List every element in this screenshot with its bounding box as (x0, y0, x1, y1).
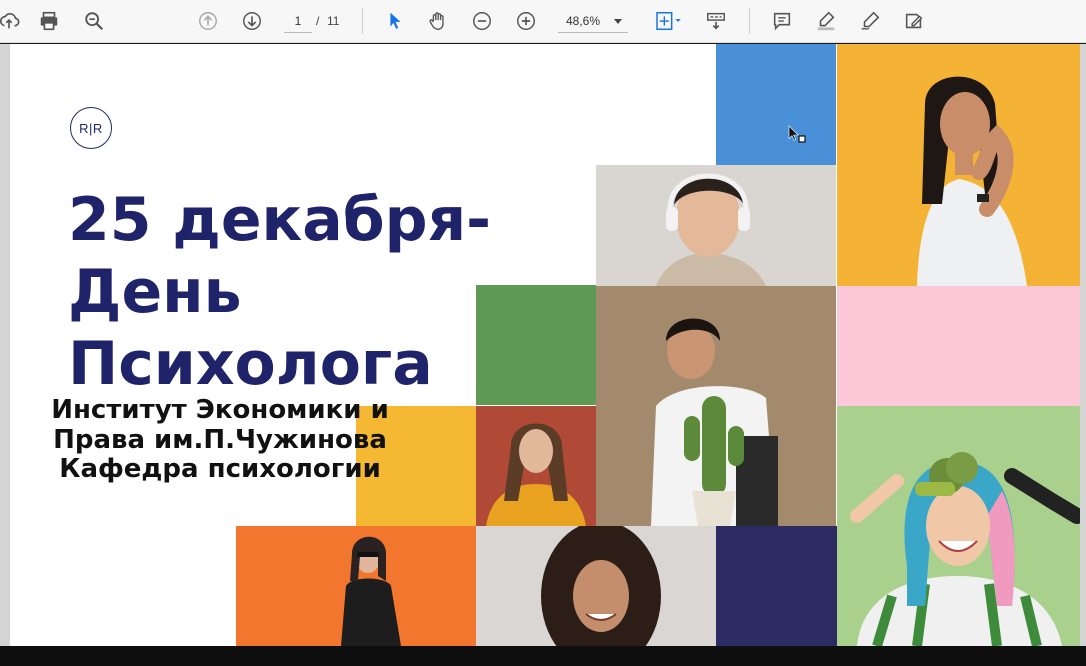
zoom-out-button[interactable] (467, 6, 497, 36)
photo-woman-colored-hair (837, 406, 1080, 646)
chevron-down-icon (614, 19, 622, 24)
fit-page-button[interactable] (648, 6, 688, 36)
next-page-button[interactable] (237, 6, 267, 36)
scroll-mode-icon (707, 12, 725, 30)
fill-sign-icon (905, 13, 923, 29)
pdf-toolbar: 1 / 11 48,6% (0, 0, 1086, 43)
institute-caption: Институт Экономики и Права им.П.Чужинова… (22, 395, 418, 485)
title-line: 25 декабря- (68, 185, 492, 255)
person-photo-icon (476, 526, 716, 646)
comment-button[interactable] (767, 6, 797, 36)
zoom-in-icon (517, 12, 535, 30)
bottom-bar (0, 646, 1086, 666)
comment-icon (773, 12, 791, 31)
highlight-icon (817, 11, 835, 31)
caption-line: Институт Экономики и (51, 395, 389, 425)
draw-icon (861, 11, 880, 30)
find-button[interactable] (79, 6, 109, 36)
person-photo-icon (837, 406, 1080, 646)
person-photo-icon (236, 526, 476, 646)
green-tile (476, 285, 596, 405)
select-tool-button[interactable] (380, 6, 410, 36)
zoom-search-icon (85, 12, 104, 31)
photo-man-cactus (596, 286, 836, 526)
photo-woman-leather-jacket (236, 526, 476, 646)
person-photo-icon (596, 286, 836, 526)
person-photo-icon (596, 165, 836, 286)
pink-tile (837, 286, 1080, 406)
caption-line: Права им.П.Чужинова (53, 424, 387, 455)
select-arrow-icon (390, 12, 401, 29)
highlight-button[interactable] (811, 6, 841, 36)
page-up-icon (199, 12, 217, 30)
person-photo-icon (476, 406, 596, 526)
upload-button[interactable] (0, 6, 24, 36)
zoom-out-icon (473, 12, 491, 30)
person-photo-icon (837, 44, 1080, 286)
photo-person-yellow-sweater (476, 406, 596, 526)
zoom-in-button[interactable] (511, 6, 541, 36)
hand-tool-icon (429, 12, 444, 30)
hand-tool-button[interactable] (423, 6, 453, 36)
zoom-level-value: 48,6% (566, 14, 601, 28)
toolbar-divider (749, 8, 750, 34)
print-button[interactable] (34, 6, 64, 36)
title-line: Психолога (68, 329, 433, 399)
pdf-page: R|R 25 декабря- День Психолога Институт … (10, 44, 1080, 646)
print-icon (40, 11, 58, 31)
photo-woman-yellow (837, 44, 1080, 286)
document-viewer[interactable]: R|R 25 декабря- День Психолога Институт … (0, 44, 1086, 646)
page-total: 11 (327, 14, 340, 28)
caption-line: Кафедра психологии (59, 454, 381, 484)
draw-button[interactable] (855, 6, 885, 36)
upload-icon (0, 13, 20, 29)
page-number-input[interactable]: 1 (284, 9, 312, 33)
mouse-cursor-icon (788, 125, 806, 143)
fit-page-icon (656, 12, 681, 30)
page-down-icon (243, 12, 261, 30)
blue-tile (716, 44, 836, 165)
navy-tile (716, 526, 837, 646)
fill-sign-button[interactable] (899, 6, 929, 36)
toolbar-divider (362, 8, 363, 34)
photo-man-headphones (596, 165, 836, 286)
title-line: День (68, 257, 242, 327)
previous-page-button[interactable] (193, 6, 223, 36)
logo: R|R (70, 107, 112, 149)
page-title: 25 декабря- День Психолога (68, 184, 492, 400)
scroll-mode-button[interactable] (701, 6, 731, 36)
photo-woman-curly-hair (476, 526, 716, 646)
page-separator: / (316, 14, 320, 28)
zoom-level-select[interactable]: 48,6% (558, 9, 628, 33)
